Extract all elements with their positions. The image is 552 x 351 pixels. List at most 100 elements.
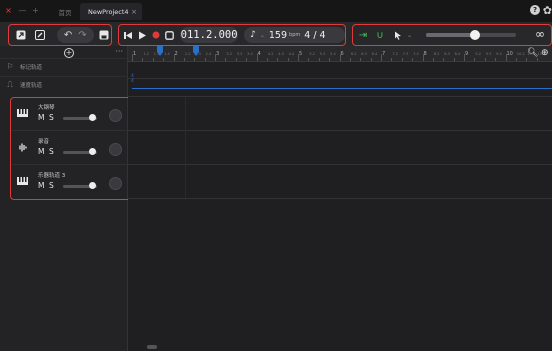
ruler-tick: [308, 58, 310, 61]
mute-button[interactable]: M: [38, 181, 44, 190]
lane-divider: [128, 96, 552, 97]
ruler-tick: [256, 54, 258, 61]
ruler-tick: [132, 54, 133, 61]
volume-knob[interactable]: [89, 148, 96, 155]
export-icon[interactable]: [14, 28, 27, 42]
add-track-icon[interactable]: +: [64, 48, 74, 58]
ruler-tick: [329, 58, 331, 61]
waveform-icon: [17, 143, 28, 155]
ruler-tick: [298, 54, 299, 61]
time-signature[interactable]: 4 / 4: [304, 30, 325, 41]
help-icon[interactable]: ?: [530, 5, 540, 15]
tab-project[interactable]: NewProject4 ×: [80, 3, 142, 20]
marker-track-row[interactable]: ⚐ 标记轨道: [0, 58, 128, 74]
window-close-icon[interactable]: ×: [5, 7, 12, 15]
flag-icon: ⚐: [6, 62, 14, 71]
ruler-tick: [246, 58, 248, 61]
solo-button[interactable]: S: [49, 181, 54, 190]
redo-icon[interactable]: ↷: [78, 30, 86, 41]
volume-knob[interactable]: [89, 182, 96, 189]
ruler-beat-number: 6.4: [371, 52, 378, 56]
tool-dropdown-icon[interactable]: ⌄: [407, 32, 412, 39]
mute-button[interactable]: M: [38, 113, 44, 122]
tab-home[interactable]: 首页: [50, 3, 80, 20]
view-tools-group: ⇥ ∪ ⌄ ∞: [352, 24, 552, 46]
ruler-tick: [339, 54, 341, 61]
tempo-dropdown-icon[interactable]: ⌄: [260, 32, 265, 39]
rewind-icon[interactable]: [122, 28, 136, 42]
gear-icon[interactable]: ✿: [543, 4, 552, 17]
volume-slider[interactable]: [63, 148, 97, 155]
zoom-slider[interactable]: [426, 30, 517, 40]
pan-knob[interactable]: [109, 109, 122, 122]
save-icon[interactable]: [98, 28, 111, 42]
undo-icon[interactable]: ↶: [64, 30, 72, 41]
time-position-display[interactable]: 011.2.000: [180, 27, 239, 43]
ruler-tick: [422, 54, 424, 61]
record-icon[interactable]: [149, 28, 163, 42]
ruler-beat-number: 1.2: [143, 52, 149, 56]
playhead-marker[interactable]: [157, 46, 163, 56]
track-item[interactable]: 录音 M S: [11, 132, 129, 165]
ruler-tick: [163, 58, 165, 61]
ruler-tick: [152, 58, 154, 61]
timeline-ruler[interactable]: 1 1.2 1.3 1.4 2 2.2 2.3 2.4 3 3.2 3.3 3.4 4 4.2 4.3 4.4…: [128, 46, 552, 62]
track-name[interactable]: 乐器轨道 3: [38, 171, 65, 179]
loop-icon[interactable]: ∞: [535, 27, 545, 41]
lane-divider: [128, 78, 552, 79]
ruler-tick: [401, 58, 403, 61]
marker-track-label: 标记轨道: [20, 64, 43, 71]
ruler-bar-number: 8: [423, 51, 427, 57]
snap-icon[interactable]: ⇥: [356, 28, 370, 42]
ruler-beat-number: 8.2: [433, 52, 440, 56]
tab-close-icon[interactable]: ×: [131, 8, 137, 16]
more-options-icon[interactable]: ···: [115, 47, 123, 56]
time-signature-marker[interactable]: 44: [131, 74, 134, 84]
horizontal-scrollbar[interactable]: [147, 345, 157, 349]
ruler-beat-number: 3.3: [236, 52, 243, 56]
track-name[interactable]: 录音: [38, 137, 49, 145]
ruler-beat-number: 5.3: [319, 52, 326, 56]
tempo-track-row[interactable]: ⎍ 速度轨道: [0, 76, 128, 92]
ruler-tick: [391, 58, 393, 61]
ruler-bar-number: 6: [340, 51, 344, 57]
volume-slider[interactable]: [63, 114, 97, 121]
edit-icon[interactable]: [33, 28, 46, 42]
ruler-beat-number: 3.2: [226, 52, 232, 56]
stop-icon[interactable]: [163, 28, 177, 42]
zoom-slider-knob[interactable]: [470, 30, 481, 40]
solo-button[interactable]: S: [49, 113, 54, 122]
tempo-control[interactable]: ♪ ⌄ 159 bpm 4 / 4: [244, 27, 346, 43]
ruler-tick: [381, 54, 382, 61]
zoom-out-icon[interactable]: 🔍︎: [527, 48, 538, 58]
ruler-tick: [495, 58, 497, 61]
ruler-tick: [360, 58, 362, 61]
edit-tools-group: ↶ ↷: [8, 24, 112, 46]
magnet-icon[interactable]: ∪: [373, 28, 387, 42]
window-maximize-icon[interactable]: +: [32, 7, 39, 15]
ruler-tick: [235, 58, 237, 61]
zoom-in-icon[interactable]: ⊕: [541, 48, 549, 58]
title-bar: × — + 首页 NewProject4 × ? ✿: [0, 0, 552, 22]
pan-knob[interactable]: [109, 177, 122, 190]
play-icon[interactable]: [136, 28, 150, 42]
arrangement-area[interactable]: 44: [128, 62, 552, 351]
window-minimize-icon[interactable]: —: [19, 7, 27, 15]
ruler-beat-number: 9.2: [475, 52, 481, 56]
metronome-icon[interactable]: ♪: [250, 30, 256, 40]
volume-slider[interactable]: [63, 182, 97, 189]
ruler-beat-number: 2.4: [205, 52, 212, 56]
track-item[interactable]: 大钢琴 M S: [11, 98, 129, 131]
volume-knob[interactable]: [89, 114, 96, 121]
ruler-beat-number: 7.2: [392, 52, 398, 56]
ruler-tick: [266, 58, 268, 61]
mute-button[interactable]: M: [38, 147, 44, 156]
pointer-tool-icon[interactable]: [391, 28, 405, 42]
bpm-value[interactable]: 159: [269, 30, 287, 41]
track-item[interactable]: 乐器轨道 3 M S: [11, 166, 129, 199]
ruler-beat-number: 7.3: [402, 52, 409, 56]
loop-end-marker[interactable]: [193, 46, 199, 56]
solo-button[interactable]: S: [49, 147, 54, 156]
track-name[interactable]: 大钢琴: [38, 103, 55, 111]
pan-knob[interactable]: [109, 143, 122, 156]
